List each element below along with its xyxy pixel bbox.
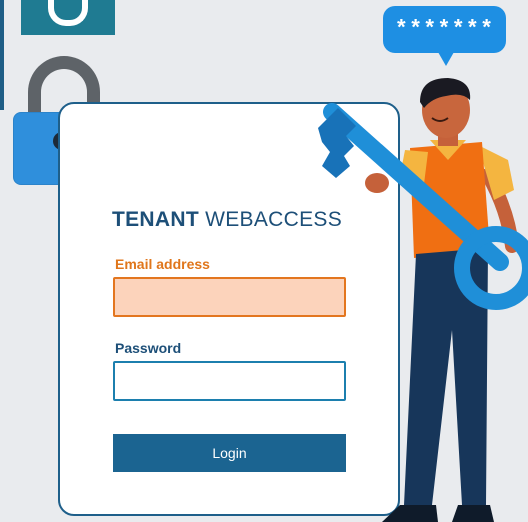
brand-strong: TENANT [112, 208, 199, 231]
decorative-block [21, 0, 115, 35]
person-shoe-right [452, 505, 494, 522]
password-label: Password [115, 340, 182, 356]
speech-bubble-tail [438, 52, 454, 66]
block-glyph [48, 0, 88, 26]
login-illustration: ******* TENANT WEBACCESS Email address P… [0, 0, 528, 522]
email-label: Email address [115, 256, 210, 272]
password-speech-bubble: ******* [383, 6, 506, 53]
decorative-line [0, 0, 4, 110]
key-icon [318, 103, 528, 310]
person-shoe-left [382, 505, 438, 522]
